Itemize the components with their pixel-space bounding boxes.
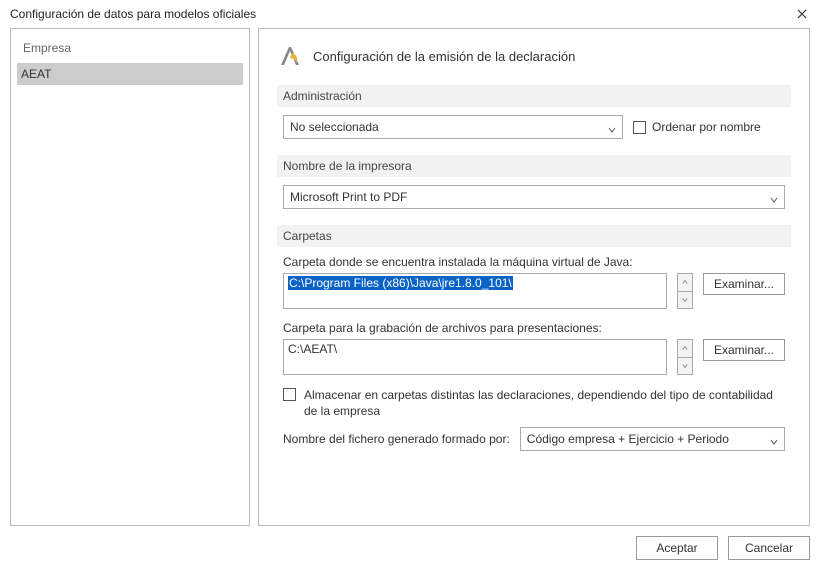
filename-format-value: Código empresa + Ejercicio + Periodo [527,432,729,446]
printer-select-value: Microsoft Print to PDF [290,190,407,204]
chevron-down-icon [770,435,778,443]
chevron-down-icon [608,123,616,131]
config-panel: Configuración de la emisión de la declar… [258,28,810,526]
printer-select[interactable]: Microsoft Print to PDF [283,185,785,209]
spinner-down-icon[interactable] [677,358,693,376]
group-label-printer: Nombre de la impresora [277,155,791,177]
panel-heading: Configuración de la emisión de la declar… [313,49,575,64]
java-folder-label: Carpeta donde se encuentra instalada la … [277,255,791,273]
java-path-spinner[interactable] [677,273,693,309]
spinner-up-icon[interactable] [677,339,693,358]
spinner-down-icon[interactable] [677,292,693,310]
java-browse-button[interactable]: Examinar... [703,273,785,295]
company-column-header: Empresa [21,39,239,63]
admin-select[interactable]: No seleccionada [283,115,623,139]
chevron-down-icon [770,193,778,201]
dialog-footer: Aceptar Cancelar [0,526,820,570]
filename-label: Nombre del fichero generado formado por: [283,432,510,446]
rec-path-input[interactable]: C:\AEAT\ [283,339,667,375]
rec-path-spinner[interactable] [677,339,693,375]
order-by-name-label: Ordenar por nombre [652,120,761,134]
company-row-selected[interactable]: AEAT [17,63,243,85]
rec-path-value: C:\AEAT\ [288,342,337,356]
java-path-value: C:\Program Files (x86)\Java\jre1.8.0_101… [288,276,513,290]
close-icon[interactable] [794,6,810,22]
titlebar: Configuración de datos para modelos ofic… [0,0,820,28]
split-folders-label: Almacenar en carpetas distintas las decl… [304,387,785,419]
split-folders-checkbox[interactable]: Almacenar en carpetas distintas las decl… [277,387,791,427]
rec-folder-label: Carpeta para la grabación de archivos pa… [277,321,791,339]
group-label-admin: Administración [277,85,791,107]
cancel-button[interactable]: Cancelar [728,536,810,560]
order-by-name-checkbox[interactable]: Ordenar por nombre [633,120,761,134]
spinner-up-icon[interactable] [677,273,693,292]
checkbox-box-icon [633,121,646,134]
aeat-logo-icon [277,43,303,69]
filename-format-select[interactable]: Código empresa + Ejercicio + Periodo [520,427,785,451]
java-path-input[interactable]: C:\Program Files (x86)\Java\jre1.8.0_101… [283,273,667,309]
rec-browse-button[interactable]: Examinar... [703,339,785,361]
company-list-panel: Empresa AEAT [10,28,250,526]
admin-select-value: No seleccionada [290,120,379,134]
group-label-folders: Carpetas [277,225,791,247]
window-title: Configuración de datos para modelos ofic… [10,7,256,21]
checkbox-box-icon [283,388,296,401]
ok-button[interactable]: Aceptar [636,536,718,560]
